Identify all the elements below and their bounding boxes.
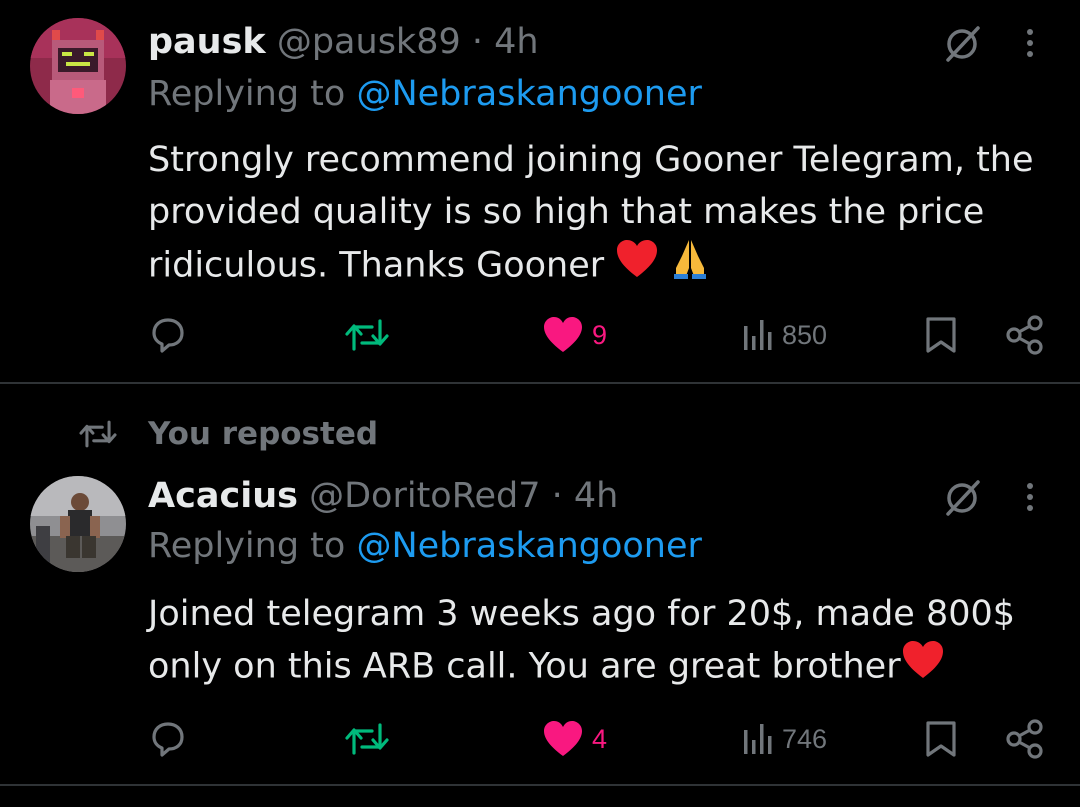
share-button[interactable]: [1004, 714, 1046, 764]
tweet-text: Strongly recommend joining Gooner Telegr…: [148, 140, 1034, 286]
views-button[interactable]: 746: [742, 714, 827, 764]
folded-hands-emoji-icon: [670, 238, 710, 295]
replying-to-label: Replying to: [148, 74, 346, 114]
reply-button[interactable]: [148, 310, 188, 360]
replying-to-line: Replying to @Nebraskangooner: [148, 72, 702, 116]
share-icon: [1006, 315, 1043, 355]
analytics-bars-icon: [744, 320, 772, 350]
repost-arrows-icon: [345, 723, 389, 755]
red-heart-emoji-icon: [901, 640, 945, 695]
red-heart-emoji-icon: [615, 239, 659, 294]
handle[interactable]: @DoritoRed7: [309, 476, 540, 516]
replying-to-line: Replying to @Nebraskangooner: [148, 524, 702, 568]
timestamp[interactable]: 4h: [494, 22, 538, 62]
mention-link[interactable]: @Nebraskangooner: [356, 74, 701, 114]
tweet-text: Joined telegram 3 weeks ago for 20$, mad…: [148, 594, 1016, 687]
tweet-text-container: Strongly recommend joining Gooner Telegr…: [148, 134, 1058, 295]
heart-icon: [544, 317, 582, 352]
tweet-pausk[interactable]: pausk @pausk89 · 4h Replying to @Nebrask…: [0, 0, 1080, 383]
share-button[interactable]: [1004, 310, 1046, 360]
tweet-acacius[interactable]: You reposted Acacius @DoritoRed7 · 4h Re…: [0, 384, 1080, 784]
repost-button[interactable]: [344, 310, 390, 360]
grok-slash-icon[interactable]: [940, 476, 984, 524]
avatar[interactable]: [30, 18, 126, 114]
more-vertical-icon[interactable]: [1018, 478, 1042, 522]
mention-link[interactable]: @Nebraskangooner: [356, 526, 701, 566]
reply-button[interactable]: [148, 714, 188, 764]
grok-slash-icon[interactable]: [940, 22, 984, 70]
action-bar: 9 850: [0, 310, 1080, 360]
view-count: 850: [782, 319, 828, 350]
like-button[interactable]: 9: [542, 310, 607, 360]
heart-icon: [544, 721, 582, 756]
repost-header: You reposted: [78, 414, 378, 454]
bookmark-button[interactable]: [922, 714, 960, 764]
repost-arrows-icon: [345, 319, 389, 351]
tweet-text-container: Joined telegram 3 weeks ago for 20$, mad…: [148, 588, 1058, 695]
separator-dot: ·: [471, 22, 484, 62]
analytics-bars-icon: [744, 724, 772, 754]
separator-dot: ·: [551, 476, 563, 516]
like-count: 9: [592, 319, 608, 350]
bookmark-button[interactable]: [922, 310, 960, 360]
more-vertical-icon[interactable]: [1018, 24, 1042, 68]
pixel-devil-avatar-image: [30, 18, 126, 114]
action-bar: 4 746: [0, 714, 1080, 764]
display-name[interactable]: pausk: [148, 22, 266, 62]
repost-arrows-icon: [79, 420, 117, 448]
display-name[interactable]: Acacius: [148, 476, 298, 516]
avatar[interactable]: [30, 476, 126, 572]
bookmark-icon: [926, 317, 956, 353]
bookmark-icon: [926, 721, 956, 757]
like-button[interactable]: 4: [542, 714, 607, 764]
handle[interactable]: @pausk89: [277, 22, 461, 62]
views-button[interactable]: 850: [742, 310, 827, 360]
reply-bubble-icon: [152, 318, 184, 353]
repost-label: You reposted: [148, 416, 379, 452]
photo-avatar-image: [30, 476, 126, 572]
repost-button[interactable]: [344, 714, 390, 764]
view-count: 746: [782, 723, 828, 754]
replying-to-label: Replying to: [148, 526, 346, 566]
like-count: 4: [592, 723, 608, 754]
tweet-divider: [0, 784, 1080, 786]
share-icon: [1006, 719, 1043, 759]
timestamp[interactable]: 4h: [574, 476, 618, 516]
reply-bubble-icon: [152, 722, 184, 757]
